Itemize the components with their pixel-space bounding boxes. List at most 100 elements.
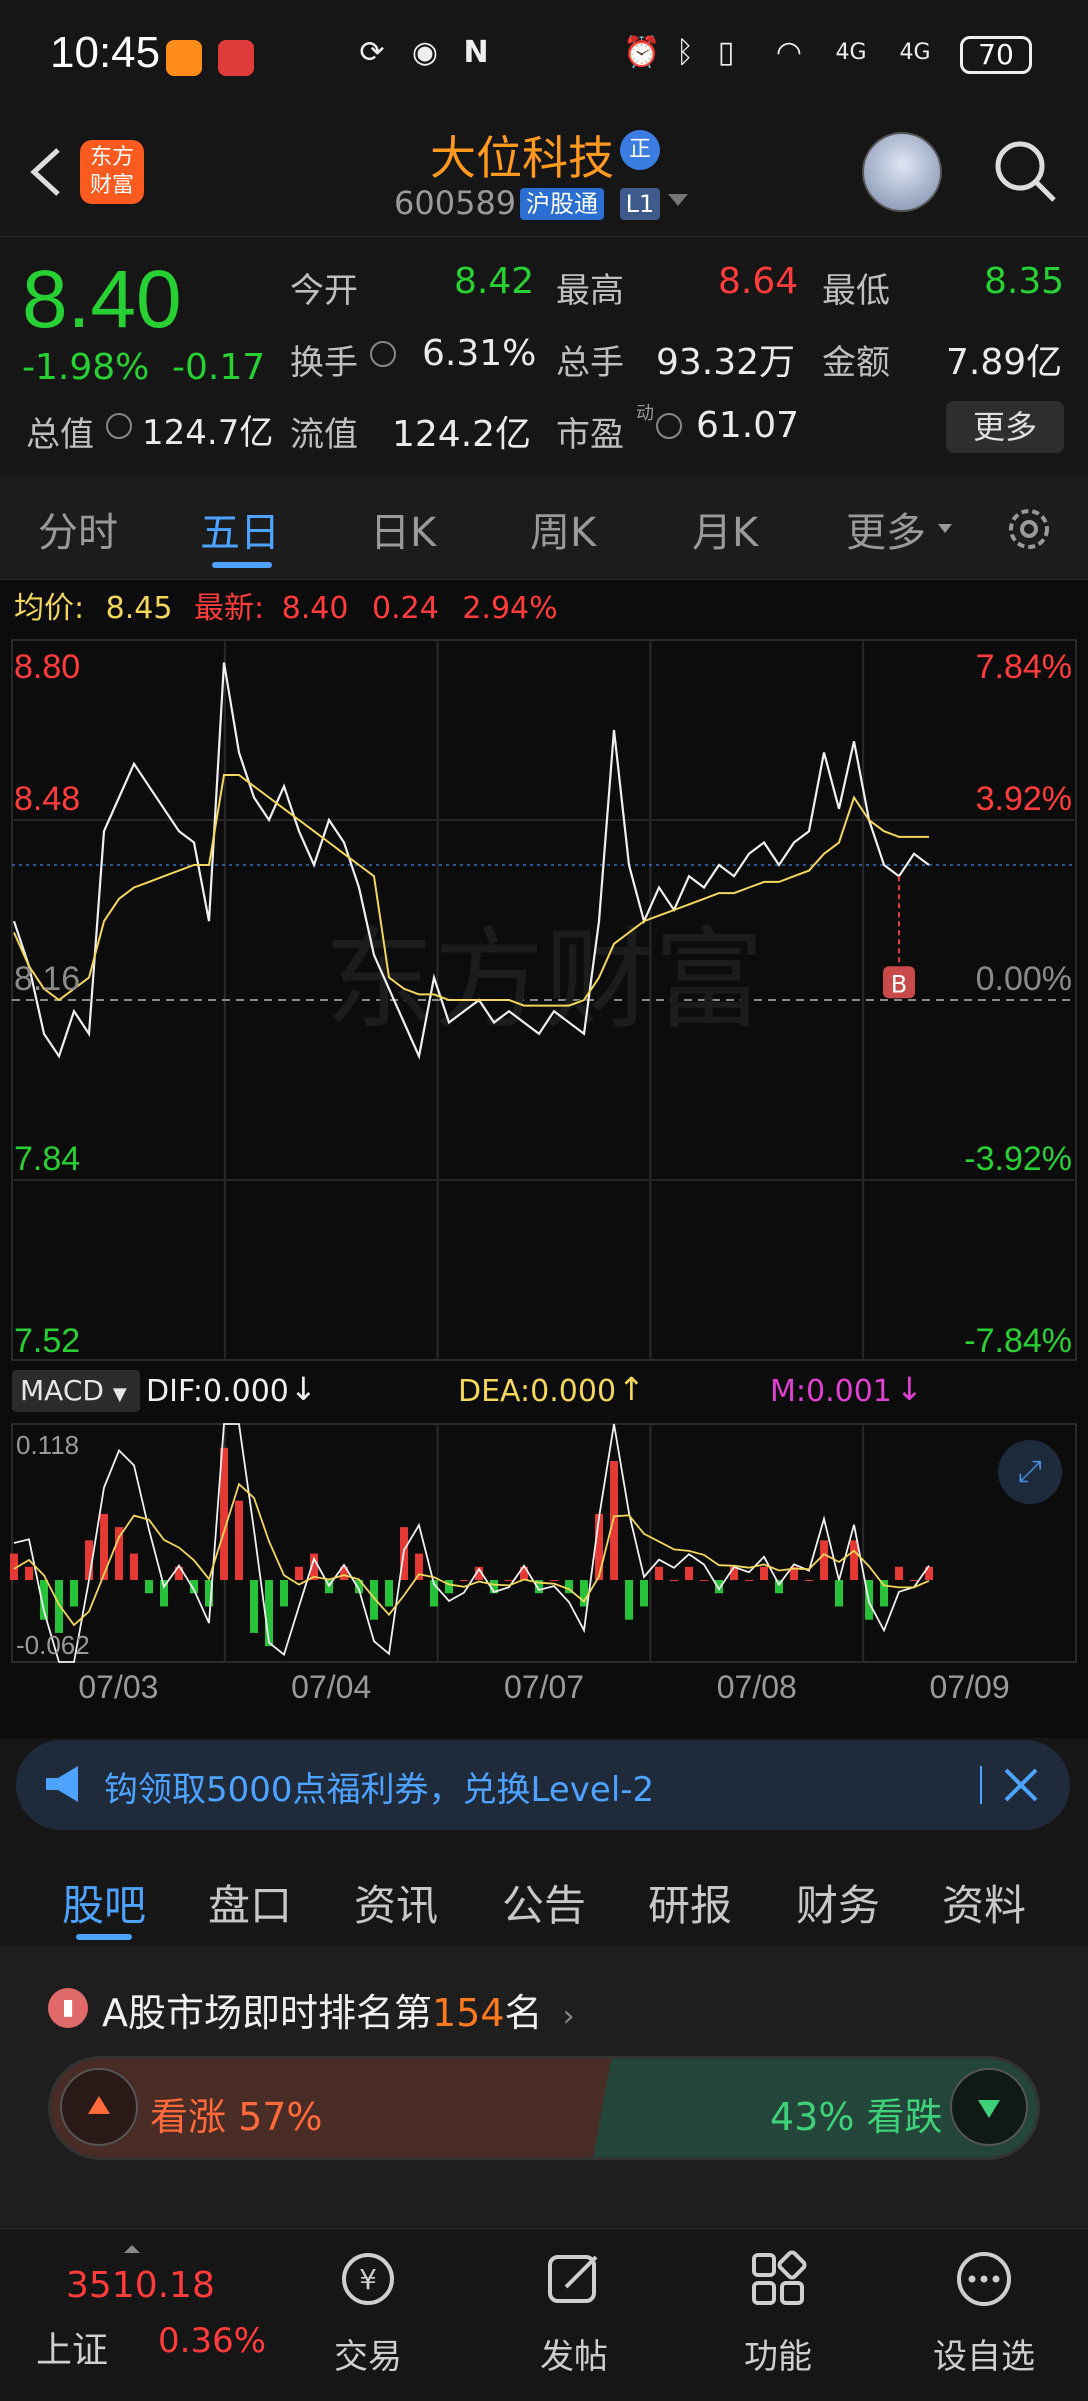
macd-bar — [115, 1527, 124, 1581]
macd-top-label: 0.118 — [16, 1430, 79, 1460]
macd-bar — [145, 1580, 154, 1594]
macd-dif: DIF:0.000 — [146, 1374, 289, 1409]
avg-value: 8.45 — [105, 591, 173, 626]
float-value: 124.2亿 — [392, 414, 532, 455]
turnover-value: 6.31% — [422, 333, 537, 374]
quote-panel: 8.40 -1.98% -0.17 今开 8.42 最高 8.64 最低 8.3… — [0, 236, 1088, 476]
last-value: 8.40 — [281, 591, 349, 626]
macd-bar — [55, 1580, 64, 1633]
tab-intraday[interactable]: 分时 — [38, 500, 118, 558]
low-label: 最低 — [822, 271, 890, 311]
macd-bar — [415, 1553, 424, 1581]
tab-weekly-k[interactable]: 周K — [530, 500, 596, 558]
mcap-label: 总值 — [26, 415, 94, 455]
caret-up-icon — [124, 2245, 140, 2253]
macd-bar — [625, 1580, 634, 1620]
status-bar: 10:45 ⟳ ◉ N ⏰ ᛒ ▯ ◠ 4G 4G 70 — [0, 0, 1088, 112]
nfc-icon: N — [463, 35, 489, 70]
stock-header: 东方 财富 大位科技 正 600589 沪股通 L1 — [0, 112, 1088, 236]
rank-suffix: 名 — [504, 1991, 543, 2035]
nav-post[interactable]: 发帖 — [494, 2229, 654, 2401]
tab-profile[interactable]: 资料 — [942, 1872, 1026, 1933]
stock-code: 600589 — [394, 184, 517, 222]
market-badge: 沪股通 — [520, 188, 604, 220]
x-tick-label: 07/09 — [930, 1669, 1010, 1700]
change-amount: -0.17 — [172, 347, 266, 388]
five-day-chart-area[interactable]: 东方财富 B 8.80 7.84% 8.48 3.92% 8.16 0.00% 7.84 -3… — [0, 638, 1088, 1738]
tab-daily-k[interactable]: 日K — [370, 500, 436, 558]
y-tick-left: 7.52 — [14, 1322, 80, 1360]
tab-five-day[interactable]: 五日 — [200, 500, 280, 558]
current-price: 8.40 — [22, 254, 182, 345]
expand-icon[interactable]: ⤢ — [998, 1440, 1062, 1504]
change-percent: -1.98% — [22, 347, 150, 388]
tab-news[interactable]: 资讯 — [354, 1872, 438, 1933]
info-icon[interactable] — [656, 413, 682, 439]
stock-name: 大位科技 — [430, 131, 614, 185]
macd-m: M:0.001 — [770, 1374, 892, 1409]
macd-bar — [100, 1513, 109, 1581]
nav-watchlist[interactable]: 设自选 — [904, 2229, 1064, 2401]
signal-icon-2: 4G — [899, 40, 931, 65]
y-tick-left: 8.48 — [14, 780, 80, 818]
chevron-down-icon[interactable] — [668, 194, 688, 206]
macd-dea-line — [13, 1482, 930, 1627]
tab-research[interactable]: 研报 — [648, 1872, 732, 1933]
macd-dea: DEA:0.000 — [458, 1374, 617, 1409]
price-chart: 东方财富 B 8.80 7.84%8.48 3.92%8.16 0.00%7.84 -3… — [10, 639, 1077, 1700]
turnover-label: 换手 — [290, 343, 358, 383]
y-tick-right: 3.92% — [976, 780, 1072, 818]
bullish-button[interactable] — [60, 2068, 138, 2146]
info-icon[interactable] — [370, 341, 396, 367]
macd-bar — [280, 1580, 289, 1607]
macd-bottom-label: -0.062 — [16, 1630, 90, 1660]
macd-bar — [880, 1580, 889, 1607]
tab-orderbook[interactable]: 盘口 — [208, 1872, 292, 1933]
nav-function[interactable]: 功能 — [698, 2229, 858, 2401]
dif-arrow-icon: ↓ — [290, 1370, 317, 1408]
gear-icon[interactable] — [1002, 502, 1056, 556]
macd-bar — [760, 1566, 769, 1581]
index-name: 上证 — [36, 2330, 109, 2371]
amount-label: 金额 — [822, 343, 890, 383]
rank-icon: ▮ — [48, 1988, 88, 2028]
nav-function-label: 功能 — [744, 2337, 812, 2377]
compose-icon — [544, 2249, 604, 2309]
macd-bar — [715, 1580, 724, 1594]
signal-icon-1: 4G — [835, 40, 867, 65]
macd-bar — [505, 1580, 514, 1582]
macd-selector[interactable]: MACD ▼ — [12, 1370, 140, 1412]
x-tick-label: 07/07 — [504, 1669, 584, 1700]
pe-value: 61.07 — [696, 405, 800, 446]
back-icon[interactable] — [22, 142, 72, 202]
low-value: 8.35 — [984, 261, 1065, 302]
chevron-right-icon: › — [562, 1999, 575, 2034]
macd-bar — [835, 1580, 844, 1607]
macd-bar — [445, 1580, 454, 1594]
tab-finance[interactable]: 财务 — [796, 1872, 880, 1933]
level-badge: L1 — [620, 188, 660, 220]
more-button[interactable]: 更多 — [946, 401, 1064, 453]
rank-prefix: A股市场即时排名第 — [102, 1991, 432, 2035]
y-tick-left: 8.80 — [14, 648, 80, 686]
banner-text: 钩领取5000点福利券，兑换Level-2 — [104, 1770, 655, 1810]
info-icon[interactable] — [106, 413, 132, 439]
search-icon[interactable] — [990, 136, 1060, 206]
nav-trade[interactable]: ¥ 交易 — [288, 2229, 448, 2401]
tab-announcements[interactable]: 公告 — [502, 1872, 586, 1933]
close-icon[interactable] — [998, 1762, 1044, 1808]
sync-icon: ⟳ — [359, 35, 385, 70]
index-widget[interactable]: 3510.18 上证 0.36% — [0, 2229, 290, 2401]
content-tabs: 股吧 盘口 资讯 公告 研报 财务 资料 — [0, 1842, 1088, 1946]
tab-guba[interactable]: 股吧 — [62, 1872, 146, 1933]
macd-bar — [235, 1500, 244, 1581]
bearish-button[interactable] — [950, 2068, 1028, 2146]
tab-monthly-k[interactable]: 月K — [692, 500, 758, 558]
grid-icon — [748, 2249, 808, 2309]
rank-text[interactable]: A股市场即时排名第154名 › — [102, 1982, 575, 2037]
promo-banner[interactable]: 钩领取5000点福利券，兑换Level-2 — [16, 1740, 1070, 1830]
y-tick-left: 8.16 — [14, 960, 80, 998]
tab-more[interactable]: 更多 — [846, 500, 926, 558]
rank-number: 154 — [432, 1991, 505, 2035]
robot-assistant-icon[interactable] — [862, 132, 942, 212]
